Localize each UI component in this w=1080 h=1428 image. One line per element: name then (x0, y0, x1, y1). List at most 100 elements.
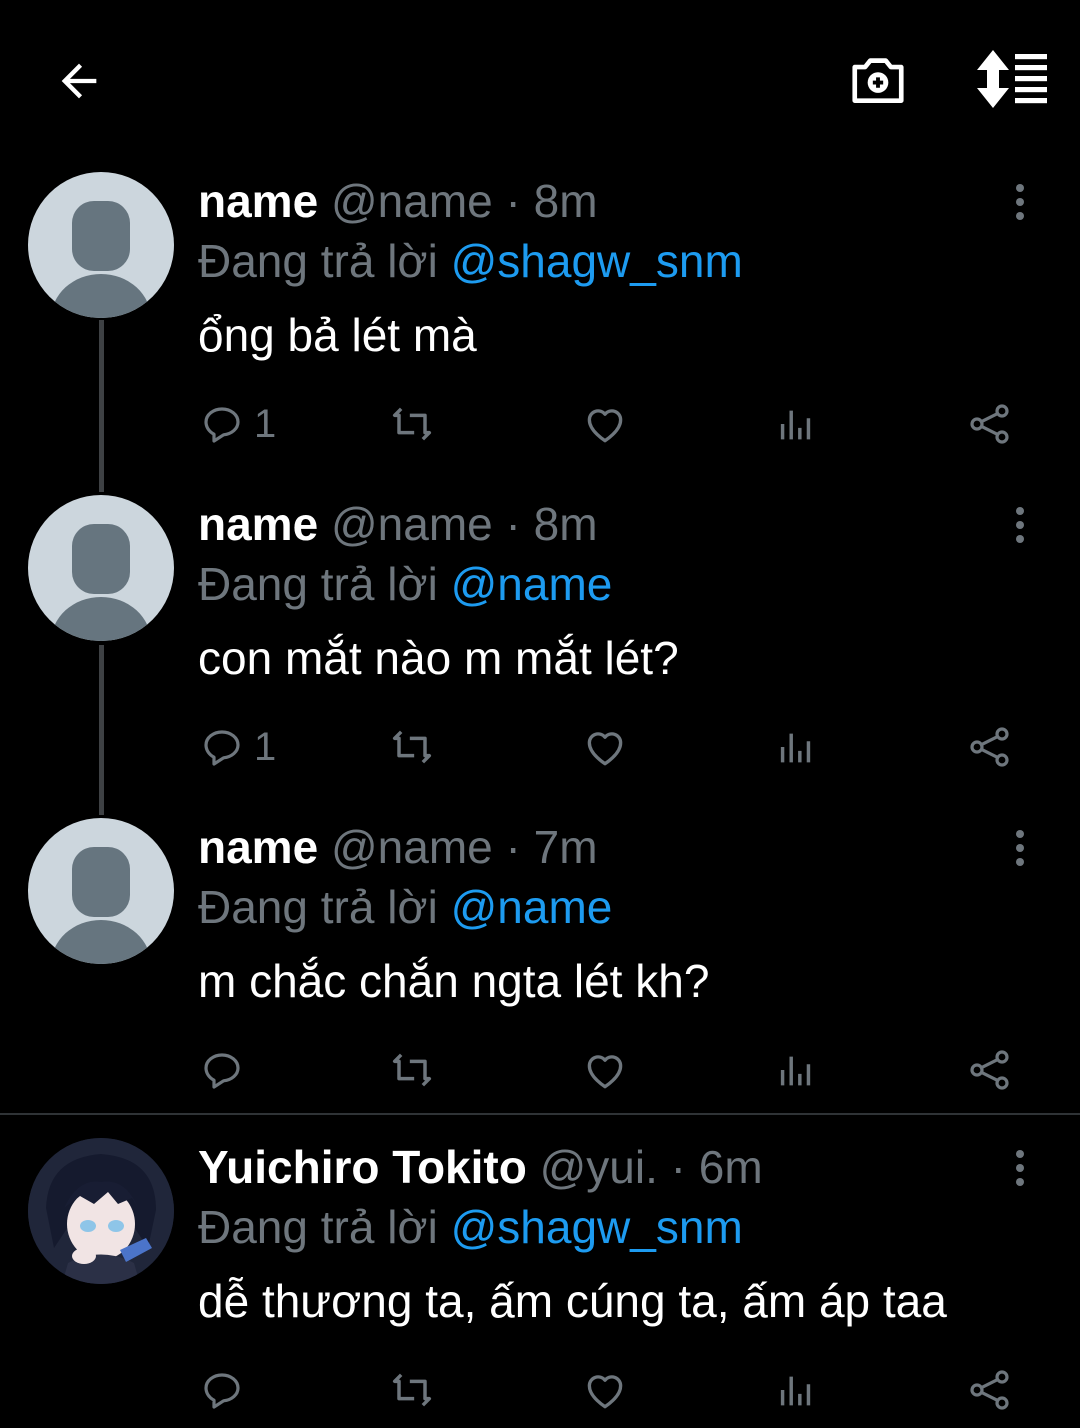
reply-prefix: Đang trả lời (198, 881, 438, 933)
retweet-button[interactable] (386, 717, 438, 777)
user-handle: @name (330, 821, 493, 873)
heart-icon (587, 1055, 623, 1089)
divider (0, 1113, 1080, 1115)
reply-mention[interactable]: @name (451, 881, 613, 933)
like-button[interactable] (580, 1040, 630, 1100)
top-bar (0, 0, 1080, 160)
tweet-actions: 1 (198, 717, 1028, 777)
tweet-content: name @name · 8m Đang trả lời @name con m… (198, 495, 998, 687)
retweet-button[interactable] (386, 394, 438, 454)
analytics-button[interactable] (773, 1360, 819, 1420)
share-icon (970, 404, 1009, 444)
more-options-button[interactable] (1000, 505, 1040, 545)
retweet-icon (392, 407, 432, 441)
timestamp: 7m (533, 821, 598, 873)
more-options-button[interactable] (1000, 182, 1040, 222)
display-name[interactable]: name (198, 821, 318, 873)
share-icon (970, 727, 1009, 767)
like-button[interactable] (580, 394, 630, 454)
back-button[interactable] (48, 50, 110, 112)
tweet-header: name @name · 8m (198, 495, 998, 553)
reply-mention[interactable]: @name (451, 558, 613, 610)
timestamp: 6m (698, 1141, 763, 1193)
retweet-button[interactable] (386, 1040, 438, 1100)
display-name[interactable]: name (198, 498, 318, 550)
reply-button[interactable] (198, 1040, 254, 1100)
tweet-content: Yuichiro Tokito @yui. · 6m Đang trả lời … (198, 1138, 998, 1330)
replying-to: Đang trả lời @name (198, 878, 998, 936)
share-icon (970, 1050, 1009, 1090)
retweet-icon (392, 1053, 432, 1087)
tweet-text: dễ thương ta, ấm cúng ta, ấm áp taa (198, 1275, 947, 1327)
reply-prefix: Đang trả lời (198, 1201, 438, 1253)
share-button[interactable] (966, 1360, 1014, 1420)
retweet-icon (392, 1373, 432, 1407)
tweet-text: m chắc chắn ngta lét kh? (198, 955, 710, 1007)
heart-icon (587, 1375, 623, 1409)
avatar[interactable] (28, 172, 174, 318)
reply-button[interactable]: 1 (198, 394, 276, 454)
tweet-text: ổng bả lét mà (198, 309, 477, 361)
user-handle: @yui. (539, 1141, 658, 1193)
avatar[interactable] (28, 818, 174, 964)
tweet-header: Yuichiro Tokito @yui. · 6m (198, 1138, 998, 1196)
analytics-icon (780, 733, 811, 763)
tweet-actions (198, 1040, 1028, 1100)
sort-list-icon (977, 50, 1047, 108)
share-button[interactable] (966, 717, 1014, 777)
analytics-icon (780, 410, 811, 440)
more-vertical-icon (1016, 184, 1024, 220)
camera-button[interactable] (846, 48, 910, 112)
share-icon (970, 1370, 1009, 1410)
share-button[interactable] (966, 394, 1014, 454)
share-button[interactable] (966, 1040, 1014, 1100)
timestamp: 8m (533, 175, 598, 227)
comment-icon (204, 730, 240, 766)
like-button[interactable] (580, 717, 630, 777)
more-vertical-icon (1016, 830, 1024, 866)
separator-dot: · (505, 498, 521, 550)
timestamp: 8m (533, 498, 598, 550)
analytics-button[interactable] (773, 394, 819, 454)
retweet-icon (392, 730, 432, 764)
tweet-header: name @name · 7m (198, 818, 998, 876)
arrow-left-icon (61, 63, 97, 99)
analytics-button[interactable] (773, 717, 819, 777)
sort-button[interactable] (974, 48, 1050, 110)
retweet-button[interactable] (386, 1360, 438, 1420)
reply-mention[interactable]: @shagw_snm (451, 235, 743, 287)
tweet-actions (198, 1360, 1028, 1420)
tweet-content: name @name · 7m Đang trả lời @name m chắ… (198, 818, 998, 1010)
display-name[interactable]: Yuichiro Tokito (198, 1141, 527, 1193)
more-vertical-icon (1016, 507, 1024, 543)
comment-icon (204, 1373, 240, 1409)
analytics-icon (780, 1056, 811, 1086)
more-vertical-icon (1016, 1150, 1024, 1186)
reply-mention[interactable]: @shagw_snm (451, 1201, 743, 1253)
reply-button[interactable]: 1 (198, 717, 276, 777)
more-options-button[interactable] (1000, 1148, 1040, 1188)
avatar[interactable] (28, 495, 174, 641)
comment-icon (204, 407, 240, 443)
more-options-button[interactable] (1000, 828, 1040, 868)
camera-plus-icon (852, 58, 904, 103)
anime-avatar-image (28, 1138, 174, 1284)
reply-count: 1 (254, 401, 277, 446)
avatar[interactable] (28, 1138, 174, 1284)
comment-icon (204, 1053, 240, 1089)
reply-prefix: Đang trả lời (198, 558, 438, 610)
user-handle: @name (330, 175, 493, 227)
analytics-button[interactable] (773, 1040, 819, 1100)
like-button[interactable] (580, 1360, 630, 1420)
heart-icon (587, 409, 623, 443)
analytics-icon (780, 1376, 811, 1406)
separator-dot: · (670, 1141, 686, 1193)
display-name[interactable]: name (198, 175, 318, 227)
heart-icon (587, 732, 623, 766)
separator-dot: · (505, 175, 521, 227)
user-handle: @name (330, 498, 493, 550)
replying-to: Đang trả lời @name (198, 555, 998, 613)
reply-button[interactable] (198, 1360, 254, 1420)
tweet-actions: 1 (198, 394, 1028, 454)
replying-to: Đang trả lời @shagw_snm (198, 232, 998, 290)
